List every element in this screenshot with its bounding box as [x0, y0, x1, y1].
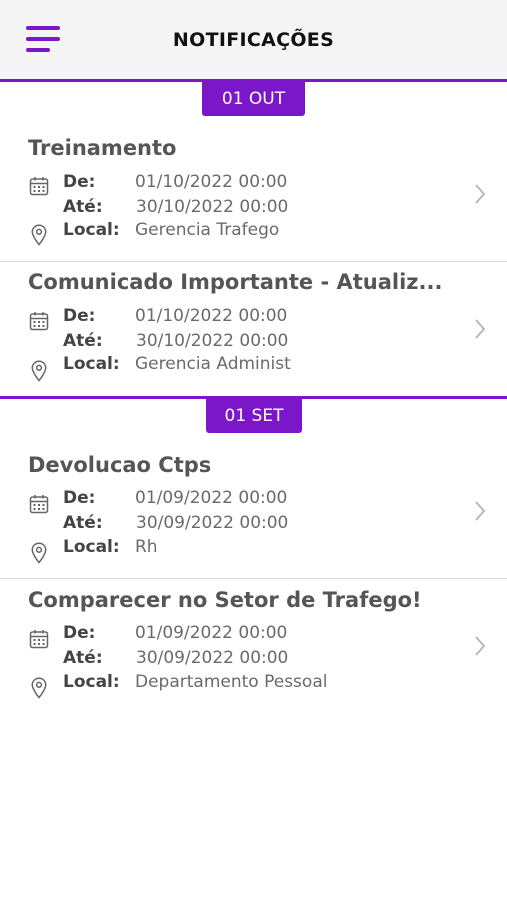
to-value: 30/10/2022 00:00 [136, 331, 289, 351]
from-value: 01/09/2022 00:00 [135, 488, 288, 508]
location-pin-icon [31, 542, 47, 564]
from-value: 01/10/2022 00:00 [135, 172, 288, 192]
chevron-right-icon [475, 319, 486, 339]
from-value: 01/10/2022 00:00 [135, 306, 288, 326]
notification-card[interactable]: Treinamento De: 01/10/2022 00:00 Até: 30… [0, 128, 507, 262]
location-value: Departamento Pessoal [135, 672, 328, 692]
notification-card[interactable]: Comparecer no Setor de Trafego! De: 01/0… [0, 580, 507, 714]
notification-title: Comparecer no Setor de Trafego! [28, 588, 422, 612]
location-value: Rh [135, 537, 158, 557]
app-header: NOTIFICAÇÕES [0, 0, 507, 79]
location-value: Gerencia Trafego [135, 220, 280, 240]
card-divider [0, 578, 507, 579]
calendar-icon [29, 630, 49, 649]
location-pin-icon [31, 677, 47, 699]
from-label: De: [63, 172, 96, 192]
to-label: Até: [63, 648, 103, 668]
chevron-right-icon [475, 501, 486, 521]
notification-title: Treinamento [28, 136, 177, 160]
to-label: Até: [63, 331, 103, 351]
location-label: Local: [63, 220, 120, 240]
notification-title: Comunicado Importante - Atualiz... [28, 270, 443, 294]
chevron-right-icon [475, 636, 486, 656]
to-value: 30/10/2022 00:00 [136, 197, 289, 217]
notifications-screen: NOTIFICAÇÕES 01 OUT Treinamento De: 01/1… [0, 0, 507, 900]
calendar-icon [29, 177, 49, 196]
chevron-right-icon [475, 184, 486, 204]
from-label: De: [63, 488, 96, 508]
from-value: 01/09/2022 00:00 [135, 623, 288, 643]
calendar-icon [29, 495, 49, 514]
notification-title: Devolucao Ctps [28, 453, 212, 477]
section-date-badge: 01 SET [206, 399, 302, 433]
location-pin-icon [31, 224, 47, 246]
location-pin-icon [31, 360, 47, 382]
location-label: Local: [63, 537, 120, 557]
to-label: Até: [63, 513, 103, 533]
notification-card[interactable]: Comunicado Importante - Atualiz... De: 0… [0, 262, 507, 396]
location-label: Local: [63, 672, 120, 692]
from-label: De: [63, 623, 96, 643]
location-label: Local: [63, 354, 120, 374]
section-date-badge: 01 OUT [202, 82, 305, 116]
to-label: Até: [63, 197, 103, 217]
calendar-icon [29, 312, 49, 331]
to-value: 30/09/2022 00:00 [136, 648, 289, 668]
to-value: 30/09/2022 00:00 [136, 513, 289, 533]
page-title: NOTIFICAÇÕES [172, 29, 335, 51]
location-value: Gerencia Administ [135, 354, 291, 374]
from-label: De: [63, 306, 96, 326]
notification-card[interactable]: Devolucao Ctps De: 01/09/2022 00:00 Até:… [0, 445, 507, 579]
